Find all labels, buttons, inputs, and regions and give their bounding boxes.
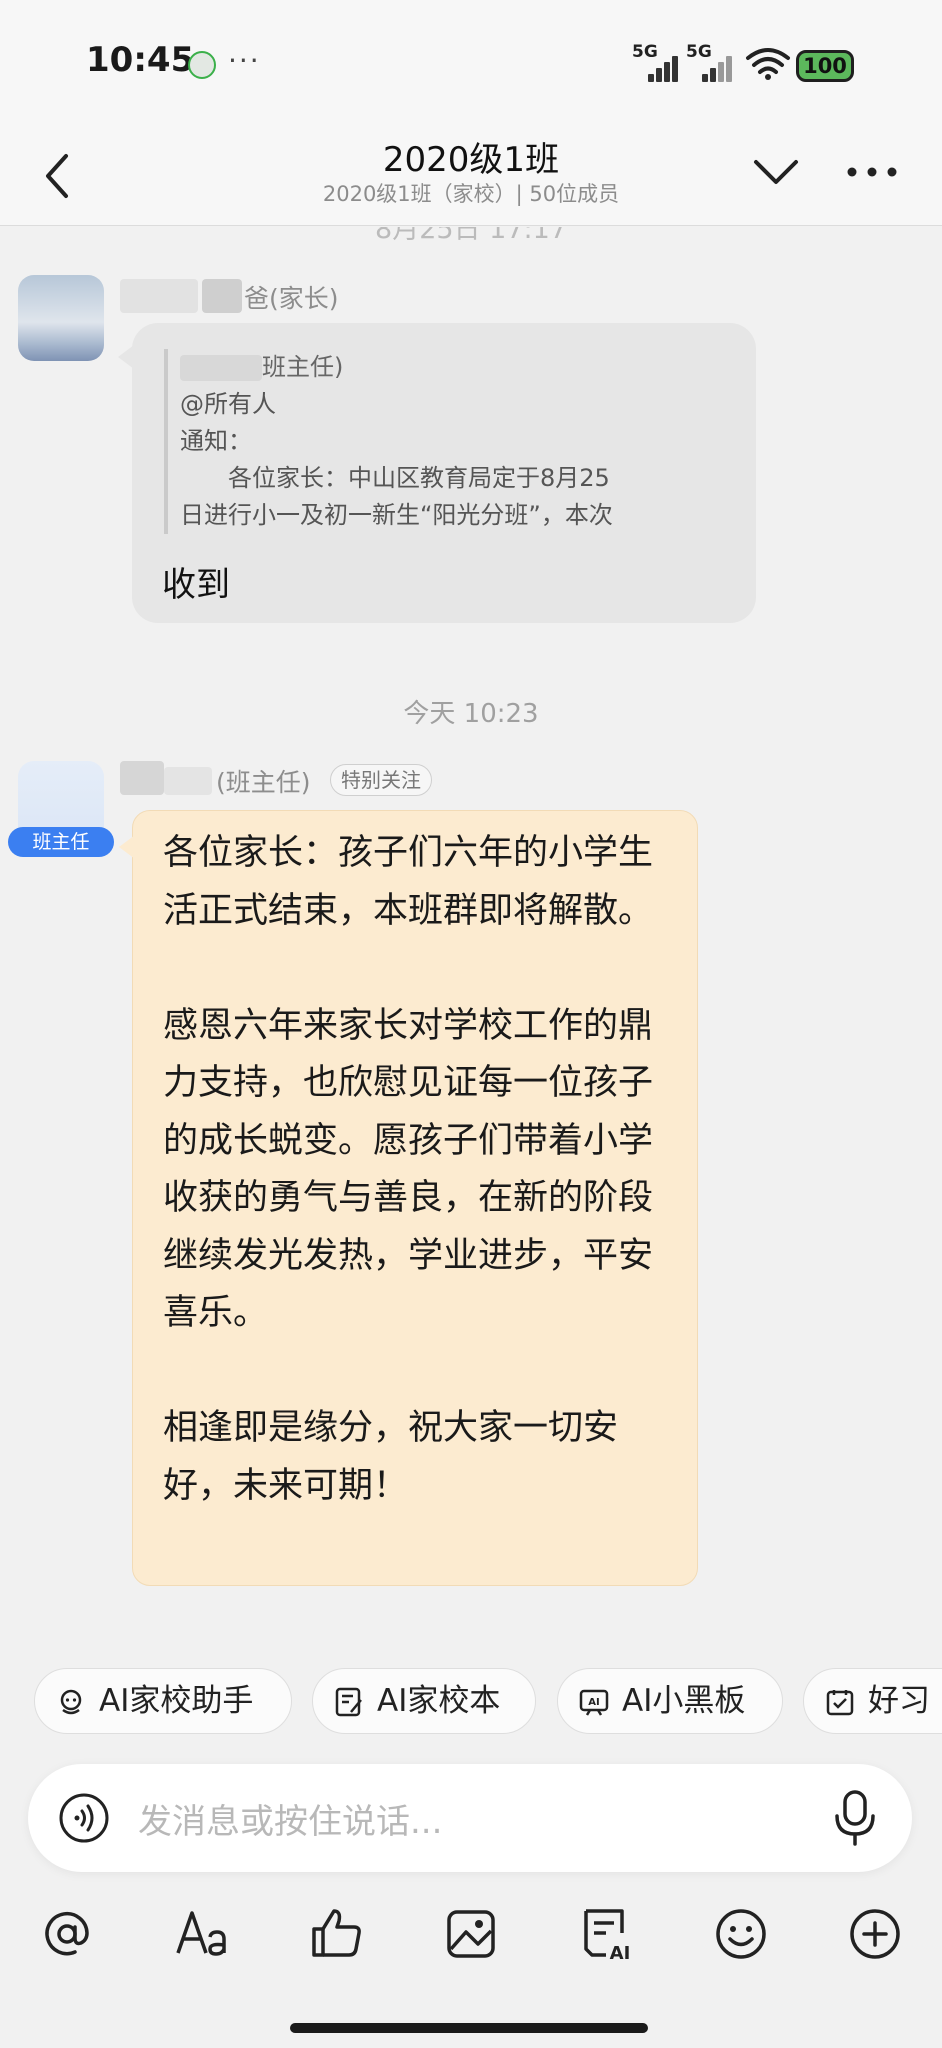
quote-line: @所有人 [180, 390, 276, 418]
blurred-name [120, 761, 164, 795]
chip-ai-blackboard[interactable]: AI AI小黑板 [557, 1668, 783, 1734]
ai-doc-icon[interactable]: AI [578, 1905, 636, 1963]
more-options-icon[interactable] [842, 152, 902, 192]
chip-ai-assistant[interactable]: AI家校助手 [34, 1668, 292, 1734]
status-more-dots: ··· [228, 44, 261, 77]
voice-mode-icon[interactable] [58, 1792, 110, 1844]
quote-line: 通知： [180, 427, 252, 455]
chip-ai-notebook[interactable]: AI家校本 [312, 1668, 536, 1734]
svg-text:AI: AI [588, 1697, 599, 1708]
quote-line: 日进行小一及初一新生“阳光分班”，本次 [180, 501, 613, 529]
quoted-message[interactable]: 班主任) @所有人 通知： 各位家长：中山区教育局定于8月25 日进行小一及初一… [164, 349, 724, 534]
chevron-down-icon[interactable] [752, 152, 800, 192]
chat-subtitle: 2020级1班（家校）| 50位成员 [322, 182, 620, 206]
special-follow-tag: 特别关注 [330, 764, 432, 796]
shortcut-chips: AI家校助手 AI家校本 AI AI小黑板 好习 [0, 1668, 942, 1736]
sender-name: 爸(家长) [244, 284, 339, 313]
avatar[interactable] [18, 275, 104, 361]
assistant-icon [60, 1689, 82, 1715]
wifi-icon [746, 48, 790, 80]
quoted-sender: 班主任) [262, 353, 344, 381]
input-toolbar: AI [0, 1905, 942, 1979]
notebook-icon [335, 1687, 362, 1717]
battery-indicator: 100 [796, 50, 854, 82]
message-input-bar[interactable]: 发消息或按住说话... [28, 1764, 912, 1872]
blurred-name [164, 767, 212, 795]
message-list[interactable]: 8月25日 17:17 爸(家长) 班主任) @所有人 通知： 各位家长：中山区… [0, 227, 942, 1647]
add-icon[interactable] [846, 1905, 904, 1963]
status-bar: 10:45 ··· 5G 5G 100 [0, 0, 942, 130]
image-icon[interactable] [442, 1905, 500, 1963]
svg-text:AI: AI [610, 1943, 631, 1963]
chip-label: AI家校本 [377, 1683, 501, 1719]
blackboard-icon: AI [579, 1689, 609, 1716]
checkin-icon [826, 1690, 854, 1716]
like-icon[interactable] [308, 1905, 366, 1963]
role-badge: 班主任 [8, 827, 114, 857]
reply-text: 收到 [162, 565, 230, 605]
chip-checkin[interactable]: 好习 [803, 1668, 942, 1734]
timestamp: 今天 10:23 [403, 699, 539, 729]
status-time: 10:45 [86, 40, 195, 80]
chat-header: 2020级1班 2020级1班（家校）| 50位成员 [0, 130, 942, 226]
home-indicator[interactable] [290, 2023, 648, 2033]
wechat-notification-icon [188, 51, 216, 79]
chip-label: 好习 [868, 1683, 930, 1719]
blurred-name [202, 279, 242, 313]
message-bubble[interactable]: 班主任) @所有人 通知： 各位家长：中山区教育局定于8月25 日进行小一及初一… [118, 323, 756, 623]
emoji-icon[interactable] [712, 1905, 770, 1963]
chip-label: AI小黑板 [622, 1683, 746, 1719]
message-text: 各位家长：孩子们六年的小学生活正式结束，本班群即将解散。 感恩六年来家长对学校工… [163, 833, 654, 1506]
chat-title: 2020级1班 [382, 140, 560, 180]
message-input[interactable]: 发消息或按住说话... [138, 1794, 442, 1843]
font-icon[interactable] [172, 1905, 230, 1963]
message-bubble[interactable]: 各位家长：孩子们六年的小学生活正式结束，本班群即将解散。 感恩六年来家长对学校工… [119, 810, 698, 1586]
blurred-name [120, 279, 198, 313]
mention-icon[interactable] [38, 1905, 96, 1963]
chip-label: AI家校助手 [99, 1683, 254, 1719]
microphone-icon[interactable] [830, 1788, 880, 1848]
sender-name: (班主任) [216, 768, 311, 797]
partial-timestamp: 8月25日 17:17 [375, 227, 567, 245]
quote-line: 各位家长：中山区教育局定于8月25 [180, 464, 610, 492]
